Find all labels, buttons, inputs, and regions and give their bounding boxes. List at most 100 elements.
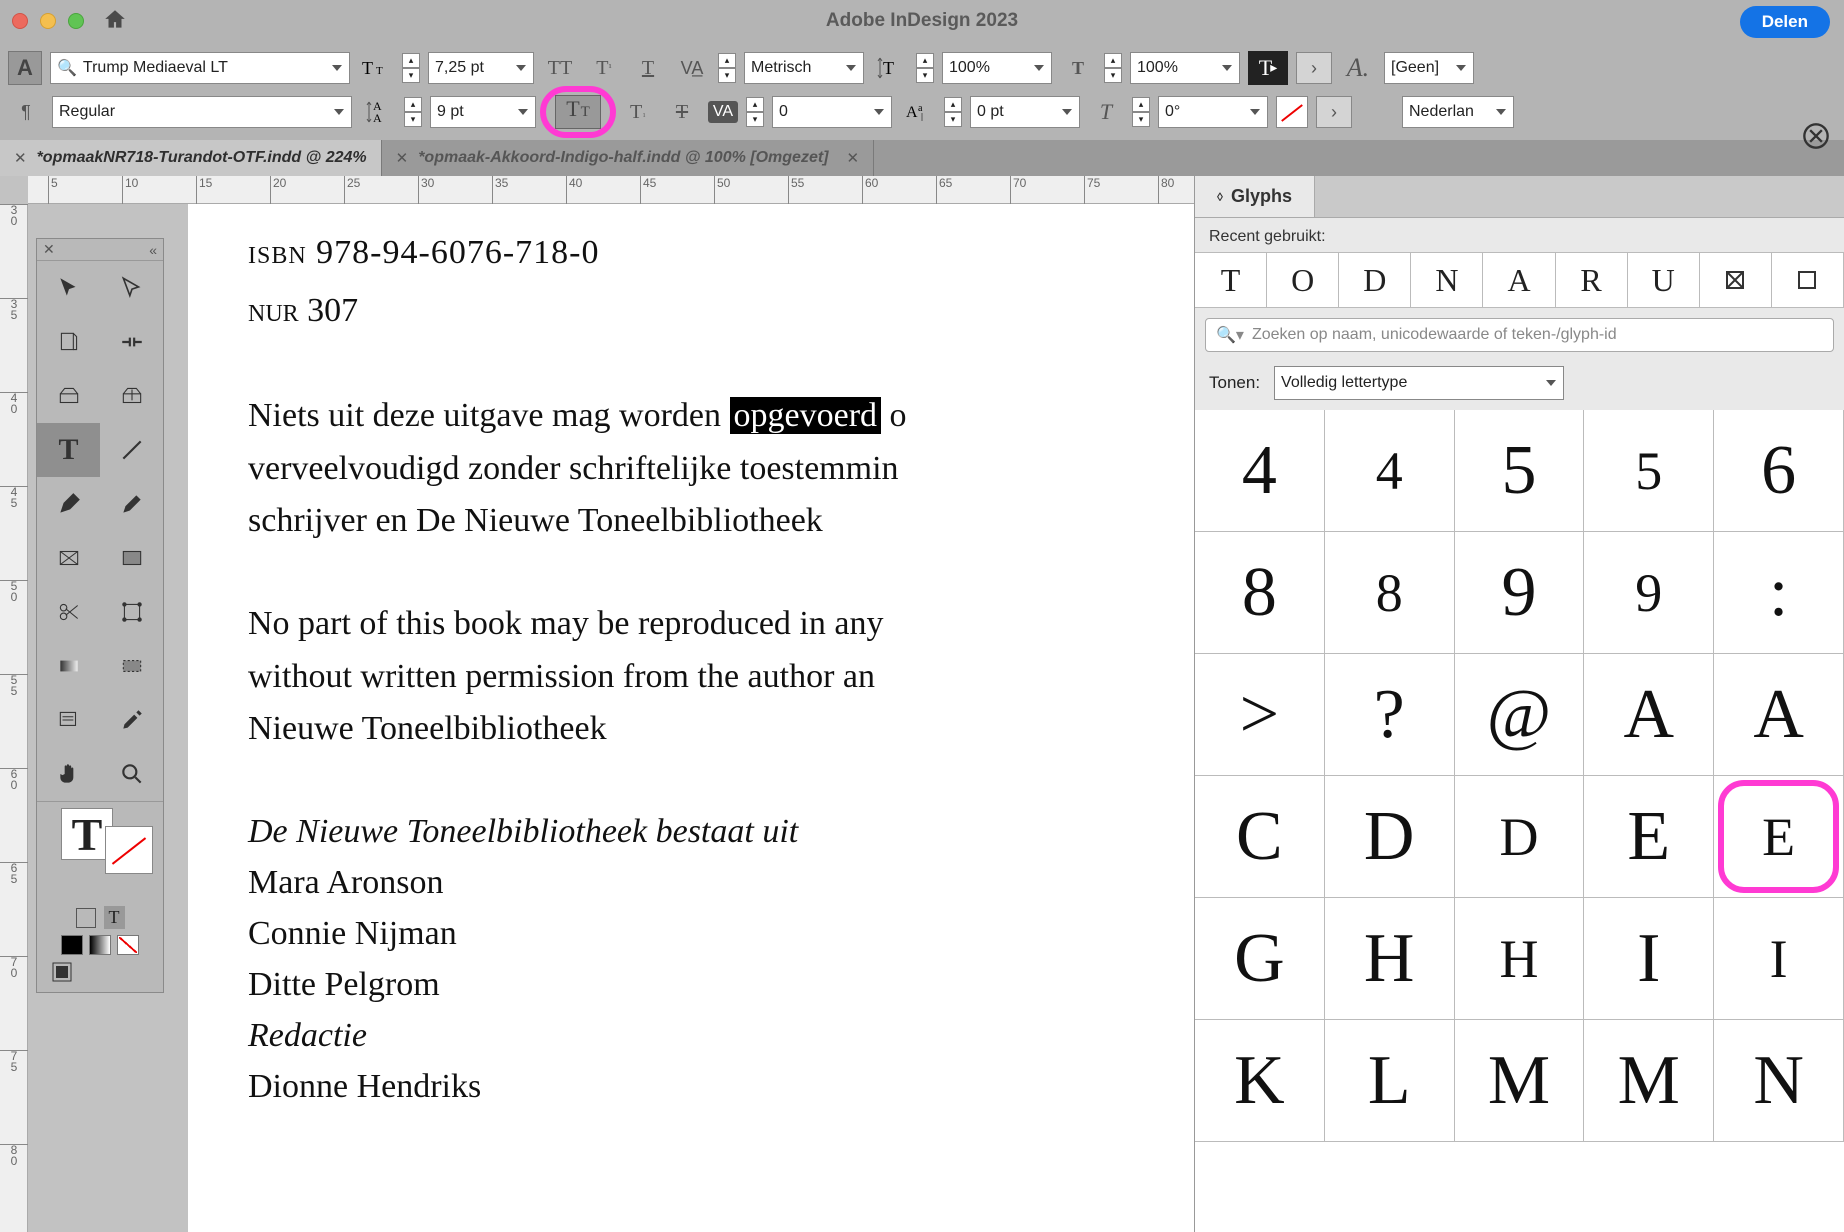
hand-tool[interactable] [37,747,100,801]
home-icon[interactable] [102,7,128,36]
gradient-feather-tool[interactable] [100,639,163,693]
glyph-search-input[interactable]: 🔍▾ Zoeken op naam, unicodewaarde of teke… [1205,318,1834,352]
fill-with-placeholder-text-icon[interactable]: T▸ [1248,51,1288,85]
recent-glyph[interactable]: A [1483,253,1555,307]
glyph-cell[interactable]: 4 [1325,410,1455,532]
chevron-right-icon[interactable]: › [1296,52,1332,84]
font-size-stepper[interactable]: ▴▾ [402,53,420,83]
font-style-select[interactable]: Regular [52,96,352,128]
selected-text[interactable]: opgevoerd [730,397,882,434]
apply-color-icon[interactable] [61,935,83,955]
glyph-cell[interactable]: D [1325,776,1455,898]
glyph-cell[interactable]: G [1195,898,1325,1020]
glyph-cell[interactable]: 6 [1714,410,1844,532]
character-formatting-mode-icon[interactable]: A [8,51,42,85]
recent-glyph[interactable]: U [1628,253,1700,307]
glyph-cell[interactable]: @ [1455,654,1585,776]
glyph-cell[interactable]: I [1584,898,1714,1020]
glyph-cell[interactable]: M [1584,1020,1714,1142]
glyph-cell[interactable]: N [1714,1020,1844,1142]
vertical-ruler[interactable]: 3035404550556065707580 [0,204,28,1232]
rectangle-frame-tool[interactable] [37,531,100,585]
language-select[interactable]: Nederlan [1402,96,1514,128]
glyph-cell[interactable]: 5 [1584,410,1714,532]
glyphs-panel-tab[interactable]: ◊ Glyphs [1195,176,1315,217]
formatting-container-icon[interactable] [76,908,96,928]
font-size-field[interactable]: 7,25 pt [428,52,534,84]
recent-glyph[interactable]: O [1267,253,1339,307]
kerning-field[interactable]: Metrisch [744,52,864,84]
leading-field[interactable]: 9 pt [430,96,536,128]
close-tab-icon[interactable]: ✕ [396,149,409,167]
tracking-field[interactable]: 0 [772,96,892,128]
rectangle-tool[interactable] [100,531,163,585]
skew-stepper[interactable]: ▴▾ [1132,97,1150,127]
superscript-icon[interactable]: T¹ [586,52,622,84]
collapse-palette-icon[interactable]: « [149,242,157,258]
glyph-cell[interactable]: E [1714,776,1844,898]
small-caps-toggle[interactable]: TT [555,95,601,129]
formatting-text-icon[interactable]: T [104,906,125,929]
glyph-cell[interactable]: : [1714,532,1844,654]
glyph-cell[interactable]: 8 [1195,532,1325,654]
vert-scale-stepper[interactable]: ▴▾ [916,53,934,83]
horizontal-ruler[interactable]: 5101520253035404550556065707580 [28,176,1194,204]
show-filter-select[interactable]: Volledig lettertype [1274,366,1564,400]
glyph-cell[interactable]: K [1195,1020,1325,1142]
close-tab-icon[interactable]: ✕ [847,149,860,167]
glyph-cell[interactable]: 5 [1455,410,1585,532]
type-tool[interactable]: T [37,423,100,477]
eyedropper-tool[interactable] [100,693,163,747]
baseline-shift-field[interactable]: 0 pt [970,96,1080,128]
line-tool[interactable] [100,423,163,477]
glyph-cell[interactable]: A [1714,654,1844,776]
zoom-window-button[interactable] [68,13,84,29]
underline-icon[interactable]: T [630,52,666,84]
share-button[interactable]: Delen [1740,6,1830,38]
glyph-cell[interactable]: H [1325,898,1455,1020]
skew-field[interactable]: 0° [1158,96,1268,128]
all-caps-icon[interactable]: TT [542,52,578,84]
strikethrough-icon[interactable]: T [664,96,700,128]
direct-selection-tool[interactable] [100,261,163,315]
view-mode-icon[interactable] [51,961,73,986]
gradient-swatch-tool[interactable] [37,639,100,693]
vert-scale-field[interactable]: 100% [942,52,1052,84]
recent-glyph[interactable]: D [1339,253,1411,307]
char-style-select[interactable]: [Geen] [1384,52,1474,84]
no-fill-icon[interactable] [1276,96,1308,128]
document-tab[interactable]: ✕ *opmaak-Akkoord-Indigo-half.indd @ 100… [382,140,874,176]
baseline-scale-stepper[interactable]: ▴▾ [1104,53,1122,83]
close-window-button[interactable] [12,13,28,29]
tools-palette[interactable]: ✕ « T [36,238,164,993]
gap-tool[interactable] [100,315,163,369]
recent-glyph[interactable]: N [1411,253,1483,307]
glyph-cell[interactable]: M [1455,1020,1585,1142]
glyph-cell[interactable]: L [1325,1020,1455,1142]
glyph-cell[interactable]: 9 [1584,532,1714,654]
content-placer-tool[interactable] [100,369,163,423]
apply-gradient-icon[interactable] [89,935,111,955]
stroke-proxy-icon[interactable] [105,826,153,874]
recent-glyph[interactable]: R [1556,253,1628,307]
subscript-icon[interactable]: T₁ [620,96,656,128]
glyph-cell[interactable]: D [1455,776,1585,898]
zoom-tool[interactable] [100,747,163,801]
glyph-cell[interactable]: 9 [1455,532,1585,654]
glyph-cell[interactable]: I [1714,898,1844,1020]
document-canvas[interactable]: isbn 978-94-6076-718-0 nur 307 Niets uit… [28,204,1194,1232]
minimize-window-button[interactable] [40,13,56,29]
page-tool[interactable] [37,315,100,369]
content-collector-tool[interactable] [37,369,100,423]
recent-glyph[interactable]: T [1195,253,1267,307]
paragraph-formatting-mode-icon[interactable]: ¶ [8,96,44,128]
chevron-right-icon[interactable]: › [1316,96,1352,128]
kerning-stepper[interactable]: ▴▾ [718,53,736,83]
glyph-cell[interactable]: C [1195,776,1325,898]
pencil-tool[interactable] [100,477,163,531]
scissors-tool[interactable] [37,585,100,639]
font-family-select[interactable]: 🔍Trump Mediaeval LT [50,52,350,84]
selection-tool[interactable] [37,261,100,315]
glyph-cell[interactable]: E [1584,776,1714,898]
leading-stepper[interactable]: ▴▾ [404,97,422,127]
